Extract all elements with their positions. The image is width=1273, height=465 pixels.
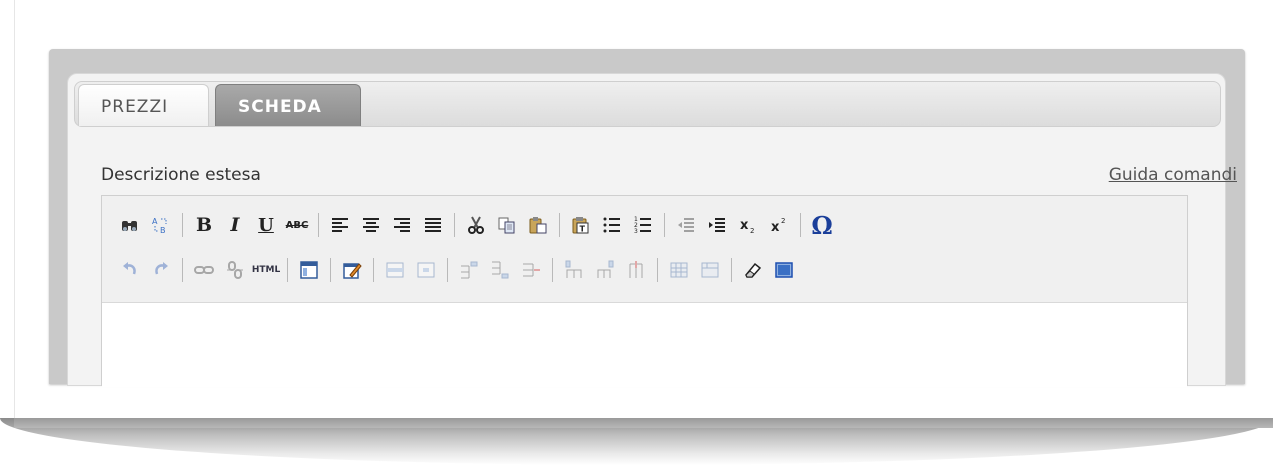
cut-icon[interactable]	[462, 211, 490, 239]
svg-text:A: A	[152, 217, 158, 226]
page-shadow-edge	[14, 418, 1273, 428]
numbered-list-icon[interactable]: 123	[629, 211, 657, 239]
field-label: Descrizione estesa	[101, 165, 261, 185]
delete-col-icon[interactable]	[622, 256, 650, 284]
align-right-icon[interactable]	[388, 211, 416, 239]
insert-col-after-icon[interactable]	[591, 256, 619, 284]
toolbar-separator	[373, 258, 374, 282]
toolbar-separator	[664, 213, 665, 237]
toolbar-separator	[454, 213, 455, 237]
svg-text:2: 2	[750, 227, 754, 235]
toolbar-separator	[182, 213, 183, 237]
editor-toolbar: AB B I U ABC T 1 2 3 x 2 x 2 Ω HTML	[102, 196, 1187, 303]
link-icon[interactable]	[190, 256, 218, 284]
bullet-list-icon[interactable]	[598, 211, 626, 239]
find-icon[interactable]	[116, 211, 144, 239]
svg-text:x: x	[740, 218, 749, 233]
insert-col-before-icon[interactable]	[560, 256, 588, 284]
paste-text-icon[interactable]: T	[567, 211, 595, 239]
delete-row-icon[interactable]	[517, 256, 545, 284]
superscript-icon[interactable]: x2	[765, 211, 793, 239]
svg-text:x: x	[771, 220, 780, 235]
toolbar-separator	[287, 258, 288, 282]
toolbar-separator	[731, 258, 732, 282]
svg-text:2: 2	[781, 217, 785, 225]
svg-text:T: T	[580, 225, 586, 234]
toolbar-separator	[559, 213, 560, 237]
undo-icon[interactable]	[116, 256, 144, 284]
cleanup-icon[interactable]	[739, 256, 767, 284]
rich-text-editor: AB B I U ABC T 1 2 3 x 2 x 2 Ω HTML	[101, 195, 1188, 387]
toolbar-separator	[552, 258, 553, 282]
bold-icon[interactable]: B	[190, 211, 218, 239]
unlink-icon[interactable]	[221, 256, 249, 284]
tab-scheda[interactable]: SCHEDA	[215, 84, 361, 126]
subscript-icon[interactable]: x2	[734, 211, 762, 239]
redo-icon[interactable]	[147, 256, 175, 284]
italic-icon[interactable]: I	[221, 211, 249, 239]
outdent-icon[interactable]	[672, 211, 700, 239]
table-cell-props-icon[interactable]	[412, 256, 440, 284]
svg-text:B: B	[160, 226, 166, 235]
copy-icon[interactable]	[493, 211, 521, 239]
tab-prezzi[interactable]: PREZZI	[78, 84, 209, 126]
tab-panel: PREZZI SCHEDA Descrizione estesa Guida c…	[67, 73, 1237, 387]
split-cells-icon[interactable]	[665, 256, 693, 284]
tab-bar: PREZZI SCHEDA	[74, 81, 1221, 127]
paste-icon[interactable]	[524, 211, 552, 239]
product-edit-frame: PREZZI SCHEDA Descrizione estesa Guida c…	[49, 49, 1245, 387]
merge-cells-icon[interactable]	[696, 256, 724, 284]
toolbar-separator	[447, 258, 448, 282]
align-left-icon[interactable]	[326, 211, 354, 239]
underline-icon[interactable]: U	[252, 211, 280, 239]
insert-row-after-icon[interactable]	[486, 256, 514, 284]
special-char-icon[interactable]: Ω	[808, 211, 836, 240]
svg-text:3: 3	[634, 228, 638, 235]
html-source-icon[interactable]: HTML	[252, 256, 280, 284]
replace-icon[interactable]: AB	[147, 211, 175, 239]
template-icon[interactable]	[295, 256, 323, 284]
editor-content-area[interactable]	[102, 303, 1187, 387]
toolbar-row-2: HTML	[116, 254, 801, 286]
insert-row-before-icon[interactable]	[455, 256, 483, 284]
toolbar-separator	[330, 258, 331, 282]
toolbar-separator	[657, 258, 658, 282]
table-row-props-icon[interactable]	[381, 256, 409, 284]
align-justify-icon[interactable]	[419, 211, 447, 239]
strikethrough-icon[interactable]: ABC	[283, 211, 311, 239]
align-center-icon[interactable]	[357, 211, 385, 239]
toolbar-separator	[800, 213, 801, 237]
edit-icon[interactable]	[338, 256, 366, 284]
indent-icon[interactable]	[703, 211, 731, 239]
toolbar-separator	[182, 258, 183, 282]
visual-aid-icon[interactable]	[770, 256, 798, 284]
toolbar-row-1: AB B I U ABC T 1 2 3 x 2 x 2 Ω	[116, 209, 839, 241]
toolbar-separator	[318, 213, 319, 237]
help-commands-link[interactable]: Guida comandi	[1109, 165, 1237, 185]
